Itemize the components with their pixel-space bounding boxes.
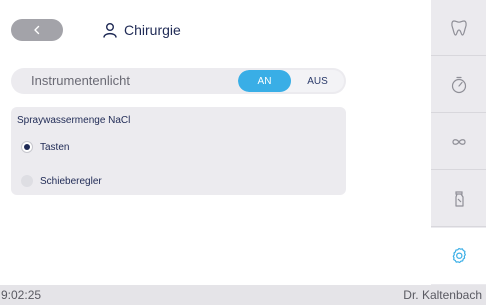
sidebar-item-timer[interactable] (431, 57, 486, 113)
right-sidebar (431, 0, 486, 285)
clock-time: 9:02:25 (1, 288, 42, 302)
back-button[interactable] (11, 19, 63, 41)
sidebar-item-infinity[interactable] (431, 114, 486, 170)
screen: Chirurgie Instrumentenlicht AN AUS Spray… (0, 0, 486, 305)
instrument-light-row: Instrumentenlicht AN AUS (11, 68, 346, 94)
radio-option-schieberegler[interactable]: Schieberegler (21, 175, 102, 187)
sidebar-item-spray-bottle[interactable] (431, 171, 486, 227)
settings-gear-icon (452, 247, 466, 264)
sidebar-item-tooth[interactable] (431, 0, 486, 56)
user-profile-title[interactable]: Chirurgie (102, 20, 181, 40)
user-icon (103, 23, 117, 38)
spray-water-card: Spraywassermenge NaCl Tasten Schieberegl… (11, 107, 346, 195)
spray-bottle-icon (454, 190, 464, 207)
tooth-icon (450, 19, 467, 36)
radio-option-label: Schieberegler (40, 175, 102, 187)
timer-icon (451, 76, 466, 93)
radio-option-tasten[interactable]: Tasten (21, 141, 69, 153)
logged-in-user: Dr. Kaltenbach (403, 288, 482, 302)
infinity-icon (451, 138, 466, 145)
light-on-button[interactable]: AN (238, 70, 291, 92)
status-bar: 9:02:25 Dr. Kaltenbach (0, 285, 486, 305)
sidebar-item-settings[interactable] (431, 228, 486, 284)
radio-button-checked[interactable] (21, 141, 33, 153)
radio-button-unchecked[interactable] (21, 175, 33, 187)
instrument-light-label: Instrumentenlicht (31, 73, 130, 88)
chevron-left-icon (34, 25, 40, 35)
light-segmented-control: AN AUS (238, 70, 344, 92)
user-title-label: Chirurgie (124, 22, 181, 38)
spray-water-title: Spraywassermenge NaCl (17, 115, 131, 126)
radio-option-label: Tasten (40, 141, 70, 153)
light-off-button[interactable]: AUS (291, 70, 344, 92)
